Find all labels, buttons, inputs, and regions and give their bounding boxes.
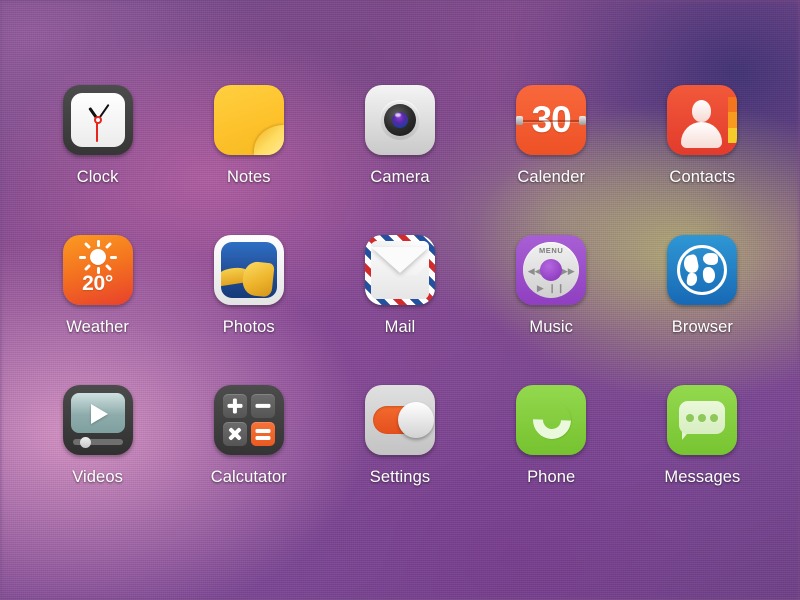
app-label: Notes	[226, 168, 271, 186]
app-label: Videos	[72, 468, 123, 486]
sun-ray	[109, 255, 117, 259]
calendar-hinge-right	[579, 116, 587, 125]
app-calcutator[interactable]: Calcutator	[173, 385, 324, 535]
plus-icon	[222, 394, 247, 418]
app-phone[interactable]: Phone	[476, 385, 627, 535]
app-label: Messages	[664, 468, 741, 486]
app-camera[interactable]: Camera	[324, 85, 475, 235]
calculator-icon[interactable]	[213, 385, 284, 455]
minus-icon	[250, 394, 275, 418]
videos-icon[interactable]	[62, 385, 133, 455]
app-label: Calender	[517, 168, 586, 186]
sun-ray	[78, 255, 86, 259]
contacts-index-tabs	[728, 97, 738, 143]
globe-landmass	[703, 253, 719, 265]
app-messages[interactable]: Messages	[627, 385, 778, 535]
sun-ray	[104, 241, 112, 250]
sun-ray	[83, 241, 91, 250]
music-icon[interactable]: MENU ◀◀ ▶▶ ▶ ❙❙	[516, 235, 587, 305]
contacts-person-body	[681, 122, 723, 148]
clock-icon[interactable]	[62, 85, 133, 155]
play-pause-icon: ▶ ❙❙	[536, 283, 566, 293]
app-clock[interactable]: Clock	[22, 85, 173, 235]
messages-icon[interactable]	[667, 385, 738, 455]
calendar-hinge-left	[516, 116, 524, 125]
phone-icon[interactable]	[516, 385, 587, 455]
mail-icon[interactable]	[364, 235, 435, 305]
sun-ray	[96, 240, 100, 247]
photos-icon[interactable]	[213, 235, 284, 305]
toggle-knob	[397, 402, 434, 438]
sun-ray	[83, 263, 91, 272]
app-label: Music	[529, 318, 573, 336]
next-track-icon: ▶▶	[560, 265, 575, 276]
photos-photo	[220, 242, 277, 298]
camera-lens-glint	[394, 113, 401, 117]
app-label: Contacts	[669, 168, 736, 186]
sun-icon	[89, 249, 106, 265]
weather-temperature: 20°	[82, 272, 114, 295]
weather-icon[interactable]: 20°	[62, 235, 133, 305]
app-label: Weather	[66, 318, 129, 336]
mail-envelope	[370, 241, 429, 299]
app-mail[interactable]: Mail	[324, 235, 475, 385]
app-label: Browser	[671, 318, 733, 336]
photos-dune-right	[241, 260, 275, 298]
settings-icon[interactable]	[364, 385, 435, 455]
app-label: Mail	[384, 318, 416, 336]
app-contacts[interactable]: Contacts	[627, 85, 778, 235]
app-label: Clock	[76, 168, 119, 186]
app-notes[interactable]: Notes	[173, 85, 324, 235]
app-music[interactable]: MENU ◀◀ ▶▶ ▶ ❙❙ Music	[476, 235, 627, 385]
mail-flap-fold	[370, 247, 429, 273]
notes-icon[interactable]	[213, 85, 284, 155]
app-label: Camera	[370, 168, 430, 186]
app-grid: Clock Notes Camera 30 Calender Contacts …	[0, 0, 800, 600]
notes-page-fold	[253, 125, 284, 155]
app-settings[interactable]: Settings	[324, 385, 475, 535]
app-photos[interactable]: Photos	[173, 235, 324, 385]
music-menu-label: MENU	[538, 246, 564, 255]
app-label: Calcutator	[210, 468, 287, 486]
sun-ray	[104, 263, 112, 272]
app-browser[interactable]: Browser	[627, 235, 778, 385]
calculator-keys	[222, 394, 275, 446]
calendar-icon[interactable]: 30	[516, 85, 587, 155]
play-icon	[90, 404, 108, 424]
app-label: Settings	[369, 468, 431, 486]
app-label: Phone	[527, 468, 576, 486]
contacts-person-head	[692, 100, 712, 122]
equals-icon	[250, 422, 275, 446]
home-screen: Clock Notes Camera 30 Calender Contacts …	[0, 0, 800, 600]
calendar-flip-line	[516, 120, 587, 122]
contacts-icon[interactable]	[667, 85, 738, 155]
camera-icon[interactable]	[364, 85, 435, 155]
videos-scrubber-knob	[79, 436, 91, 448]
app-videos[interactable]: Videos	[22, 385, 173, 535]
app-calender[interactable]: 30 Calender	[476, 85, 627, 235]
app-weather[interactable]: 20° Weather	[22, 235, 173, 385]
clock-hub	[93, 116, 102, 124]
handset-glyph	[525, 393, 580, 447]
app-label: Photos	[222, 318, 275, 336]
browser-icon[interactable]	[667, 235, 738, 305]
multiply-icon	[222, 422, 247, 446]
